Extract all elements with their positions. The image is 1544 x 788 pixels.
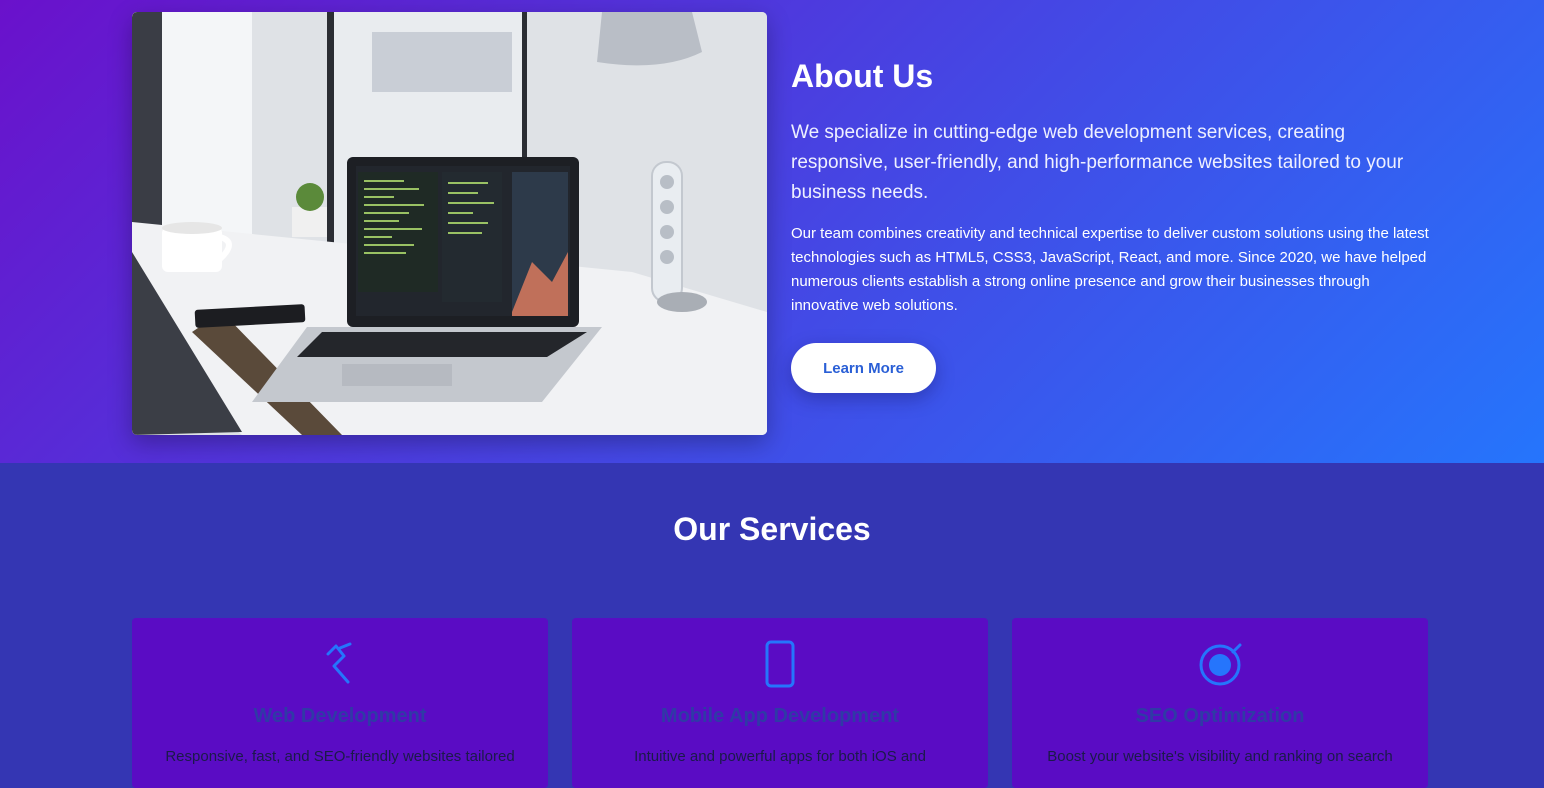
target-icon — [1012, 640, 1428, 688]
service-card-description: Responsive, fast, and SEO-friendly websi… — [165, 748, 515, 765]
about-section: About Us We specialize in cutting-edge w… — [0, 0, 1544, 463]
service-card-title: Web Development — [253, 705, 427, 727]
services-title: Our Services — [673, 511, 871, 547]
learn-more-button[interactable]: Learn More — [791, 343, 936, 393]
workspace-laptop-illustration — [132, 12, 767, 435]
workspace-laptop-image — [132, 12, 767, 435]
mobile-icon — [572, 640, 988, 688]
service-card-mobile-app-development[interactable]: Mobile App Development Intuitive and pow… — [572, 618, 988, 788]
service-card-title: SEO Optimization — [1135, 705, 1305, 727]
service-card-description: Intuitive and powerful apps for both iOS… — [634, 748, 926, 765]
about-body-paragraph: Our team combines creativity and technic… — [791, 225, 1429, 314]
service-card-web-development[interactable]: Web Development Responsive, fast, and SE… — [132, 618, 548, 788]
about-title: About Us — [791, 58, 934, 94]
service-card-title: Mobile App Development — [660, 705, 900, 727]
about-lead-paragraph: We specialize in cutting-edge web develo… — [791, 122, 1404, 203]
service-card-seo-optimization[interactable]: SEO Optimization Boost your website's vi… — [1012, 618, 1428, 788]
service-card-description: Boost your website's visibility and rank… — [1047, 748, 1393, 765]
code-icon — [132, 640, 548, 688]
services-section: Our Services Web Development Responsive,… — [0, 463, 1544, 788]
about-content: About Us We specialize in cutting-edge w… — [791, 56, 1431, 318]
